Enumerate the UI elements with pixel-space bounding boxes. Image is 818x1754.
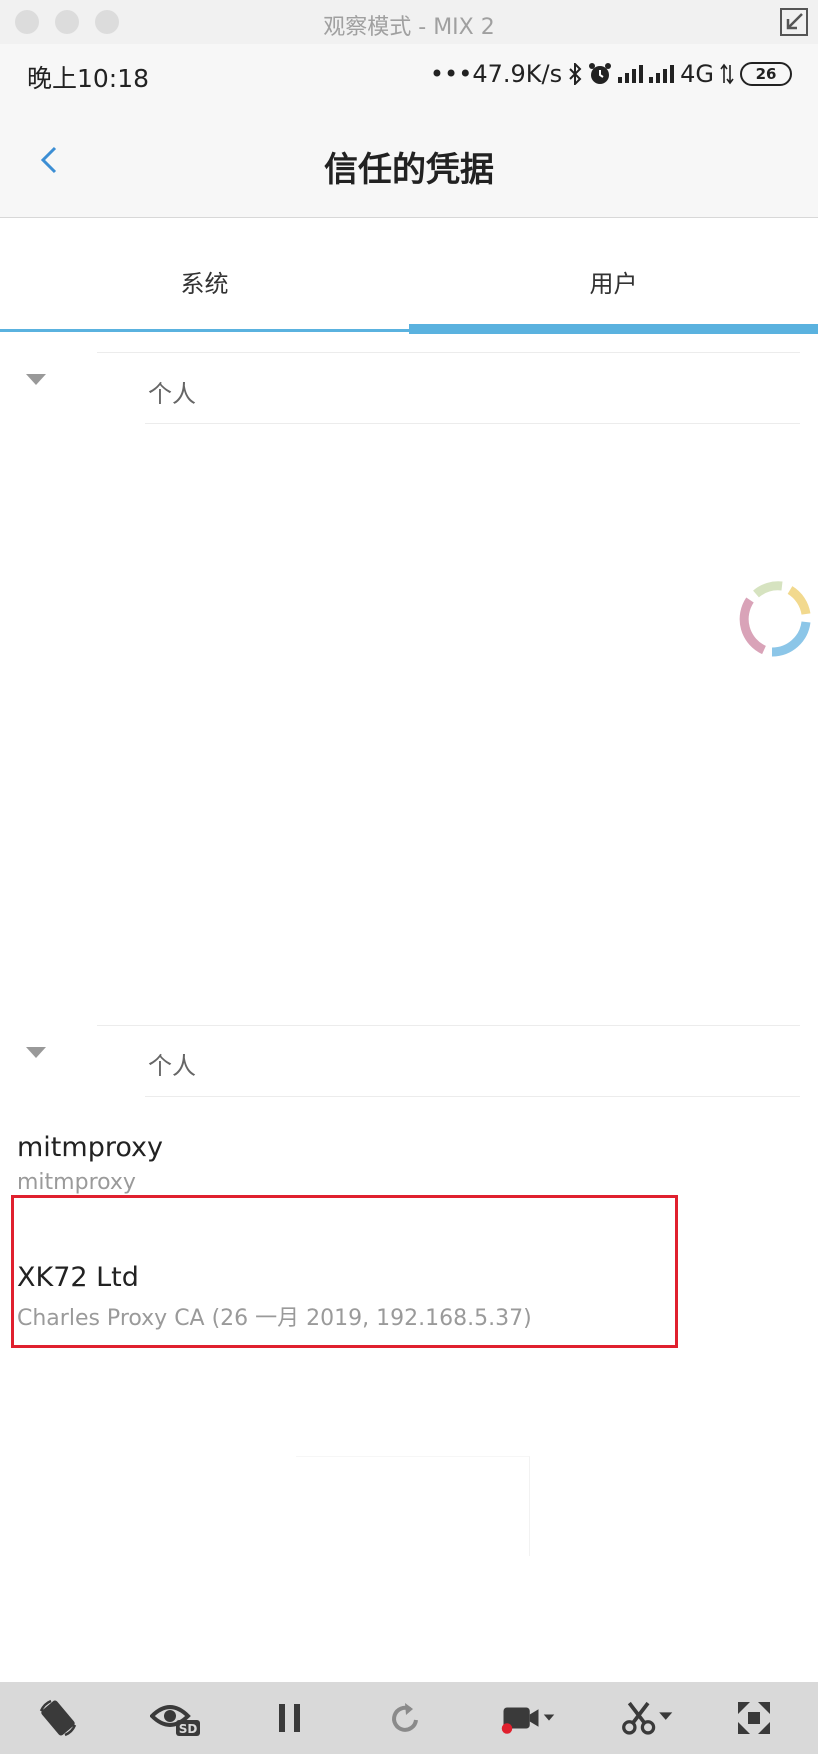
refresh-icon[interactable] — [378, 1696, 434, 1740]
credential-title[interactable]: mitmproxy — [17, 1132, 163, 1163]
collapse-icon[interactable] — [780, 8, 808, 36]
window-title: 观察模式 - MIX 2 — [323, 15, 495, 40]
window-titlebar: 观察模式 - MIX 2 — [0, 0, 818, 44]
data-transfer-icon — [720, 63, 734, 85]
section-header-personal[interactable]: 个人 — [148, 1046, 196, 1081]
status-time: 晚上10:18 — [27, 64, 150, 93]
app-header: 信任的凭据 — [0, 106, 818, 218]
loading-spinner-icon — [739, 581, 811, 657]
bottom-toolbar: SD — [0, 1682, 818, 1754]
section-header-personal[interactable]: 个人 — [148, 374, 196, 409]
highlight-annotation — [11, 1195, 678, 1348]
tab-system[interactable]: 系统 — [0, 218, 409, 334]
tab-selected-indicator — [409, 324, 818, 334]
rotate-screen-icon[interactable] — [30, 1696, 86, 1740]
scissors-icon[interactable] — [620, 1696, 676, 1740]
signal-icon — [618, 65, 644, 83]
credential-subtitle: mitmproxy — [17, 1170, 136, 1195]
svg-text:SD: SD — [179, 1722, 198, 1736]
tab-user[interactable]: 用户 — [409, 218, 818, 334]
expand-caret-icon[interactable] — [26, 1047, 46, 1058]
pause-icon[interactable] — [262, 1696, 318, 1740]
network-speed: •••47.9K/s — [429, 60, 563, 88]
expand-caret-icon[interactable] — [26, 374, 46, 385]
status-indicators: •••47.9K/s 4G 26 — [430, 58, 792, 90]
divider — [97, 352, 800, 353]
fullscreen-icon[interactable] — [726, 1696, 782, 1740]
network-type: 4G — [680, 60, 714, 88]
eye-sd-icon[interactable]: SD — [148, 1696, 204, 1740]
status-bar: 晚上10:18 •••47.9K/s 4G 26 — [0, 44, 818, 106]
record-video-icon[interactable] — [500, 1696, 556, 1740]
battery-icon: 26 — [740, 62, 792, 86]
alarm-icon — [589, 63, 612, 84]
tab-bar: 系统 用户 — [0, 218, 818, 334]
page-title: 信任的凭据 — [324, 150, 494, 190]
divider — [145, 1096, 800, 1097]
bluetooth-icon — [569, 63, 582, 85]
divider — [97, 1025, 800, 1026]
signal-icon-2 — [649, 65, 675, 83]
tab-underline — [0, 329, 409, 332]
divider — [145, 423, 800, 424]
faint-placeholder — [296, 1456, 530, 1556]
